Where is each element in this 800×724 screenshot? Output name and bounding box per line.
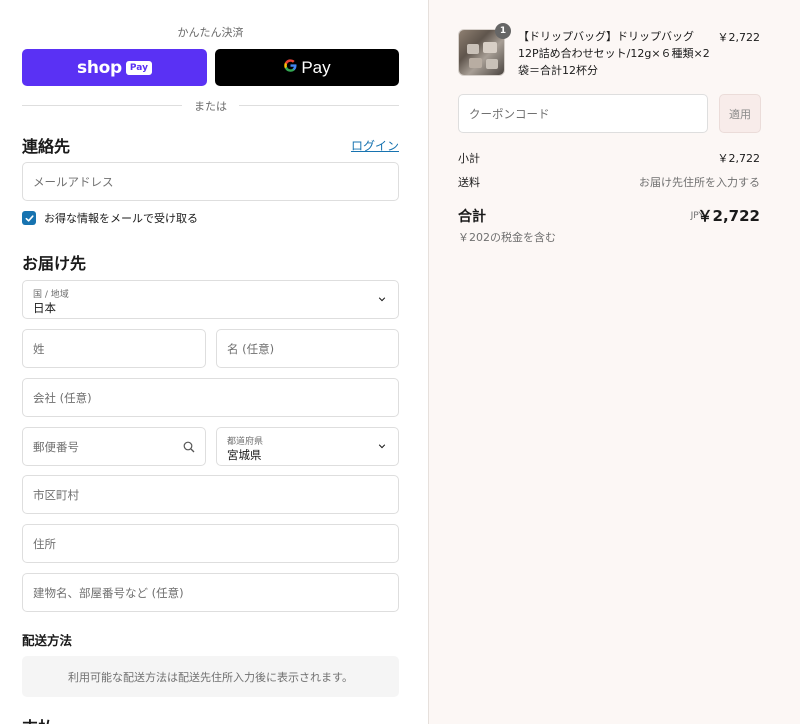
search-icon[interactable] — [183, 441, 195, 453]
product-title: 【ドリップバッグ】ドリップバッグ12P詰め合わせセット/12g×６種類×2袋＝合… — [518, 30, 710, 77]
shop-pay-button[interactable]: shop Pay — [22, 49, 207, 86]
coupon-field[interactable] — [458, 94, 708, 133]
order-summary-panel: 1 【ドリップバッグ】ドリップバッグ12P詰め合わせセット/12g×６種類×2袋… — [428, 0, 800, 724]
newsletter-option[interactable]: お得な情報をメールで受け取る — [22, 210, 198, 226]
newsletter-label: お得な情報をメールで受け取る — [44, 212, 198, 225]
thumbnail-tile — [483, 42, 497, 53]
company-input[interactable] — [23, 379, 398, 416]
email-input[interactable] — [23, 163, 398, 200]
google-g-icon — [283, 57, 298, 78]
first-name-field[interactable] — [216, 329, 399, 368]
checkout-form-panel: かんたん決済 shop Pay Pay または 連絡先 ログイン お得な情報をメ… — [0, 0, 428, 724]
product-price: ￥2,722 — [717, 31, 761, 44]
chevron-down-icon — [378, 444, 386, 449]
shipping-label: 送料 — [458, 176, 480, 189]
tax-note: ￥202の税金を含む — [458, 231, 556, 244]
prefecture-label: 都道府県 — [227, 437, 264, 447]
postal-code-input[interactable] — [23, 428, 205, 465]
apply-coupon-button[interactable]: 適用 — [719, 94, 761, 133]
google-pay-label: Pay — [301, 57, 331, 77]
last-name-input[interactable] — [23, 330, 205, 367]
quantity-badge: 1 — [495, 23, 511, 39]
google-pay-button[interactable]: Pay — [215, 49, 399, 86]
total-label: 合計 — [458, 209, 486, 225]
subtotal-label: 小計 — [458, 152, 480, 165]
building-input[interactable] — [23, 574, 398, 611]
thumbnail-tile — [469, 58, 482, 68]
contact-heading: 連絡先 — [22, 137, 71, 156]
shipping-value: お届け先住所を入力する — [639, 176, 760, 189]
shipping-method-notice: 利用可能な配送方法は配送先住所入力後に表示されます。 — [22, 656, 399, 697]
or-divider: または — [22, 98, 399, 113]
total-value: ￥2,722 — [697, 207, 760, 225]
prefecture-select[interactable]: 都道府県 宮城県 — [216, 427, 399, 466]
first-name-input[interactable] — [217, 330, 398, 367]
login-link[interactable]: ログイン — [351, 137, 399, 154]
country-label: 国 / 地域 — [33, 290, 69, 300]
country-value: 日本 — [33, 301, 56, 315]
subtotal-value: ￥2,722 — [717, 152, 761, 165]
newsletter-checkbox[interactable] — [22, 211, 36, 225]
country-select[interactable]: 国 / 地域 日本 — [22, 280, 399, 319]
last-name-field[interactable] — [22, 329, 206, 368]
express-checkout-label: かんたん決済 — [177, 26, 244, 39]
google-g-icon-svg — [284, 59, 297, 72]
shop-pay-pill: Pay — [125, 60, 152, 75]
delivery-heading: お届け先 — [22, 254, 87, 273]
city-field[interactable] — [22, 475, 399, 514]
thumbnail-tile — [486, 59, 498, 69]
thumbnail-tile — [467, 44, 479, 54]
address-field[interactable] — [22, 524, 399, 563]
shop-pay-logo: shop — [77, 57, 122, 78]
divider-text: または — [194, 100, 227, 113]
payment-heading: 支払 — [22, 714, 54, 724]
checkmark-icon — [25, 214, 34, 222]
coupon-input[interactable] — [459, 95, 707, 132]
chevron-down-icon — [378, 297, 386, 302]
building-field[interactable] — [22, 573, 399, 612]
prefecture-value: 宮城県 — [227, 448, 262, 462]
email-field[interactable] — [22, 162, 399, 201]
postal-code-field[interactable] — [22, 427, 206, 466]
address-input[interactable] — [23, 525, 398, 562]
city-input[interactable] — [23, 476, 398, 513]
divider-line-right — [239, 105, 399, 106]
company-field[interactable] — [22, 378, 399, 417]
shipping-method-heading: 配送方法 — [22, 633, 73, 648]
